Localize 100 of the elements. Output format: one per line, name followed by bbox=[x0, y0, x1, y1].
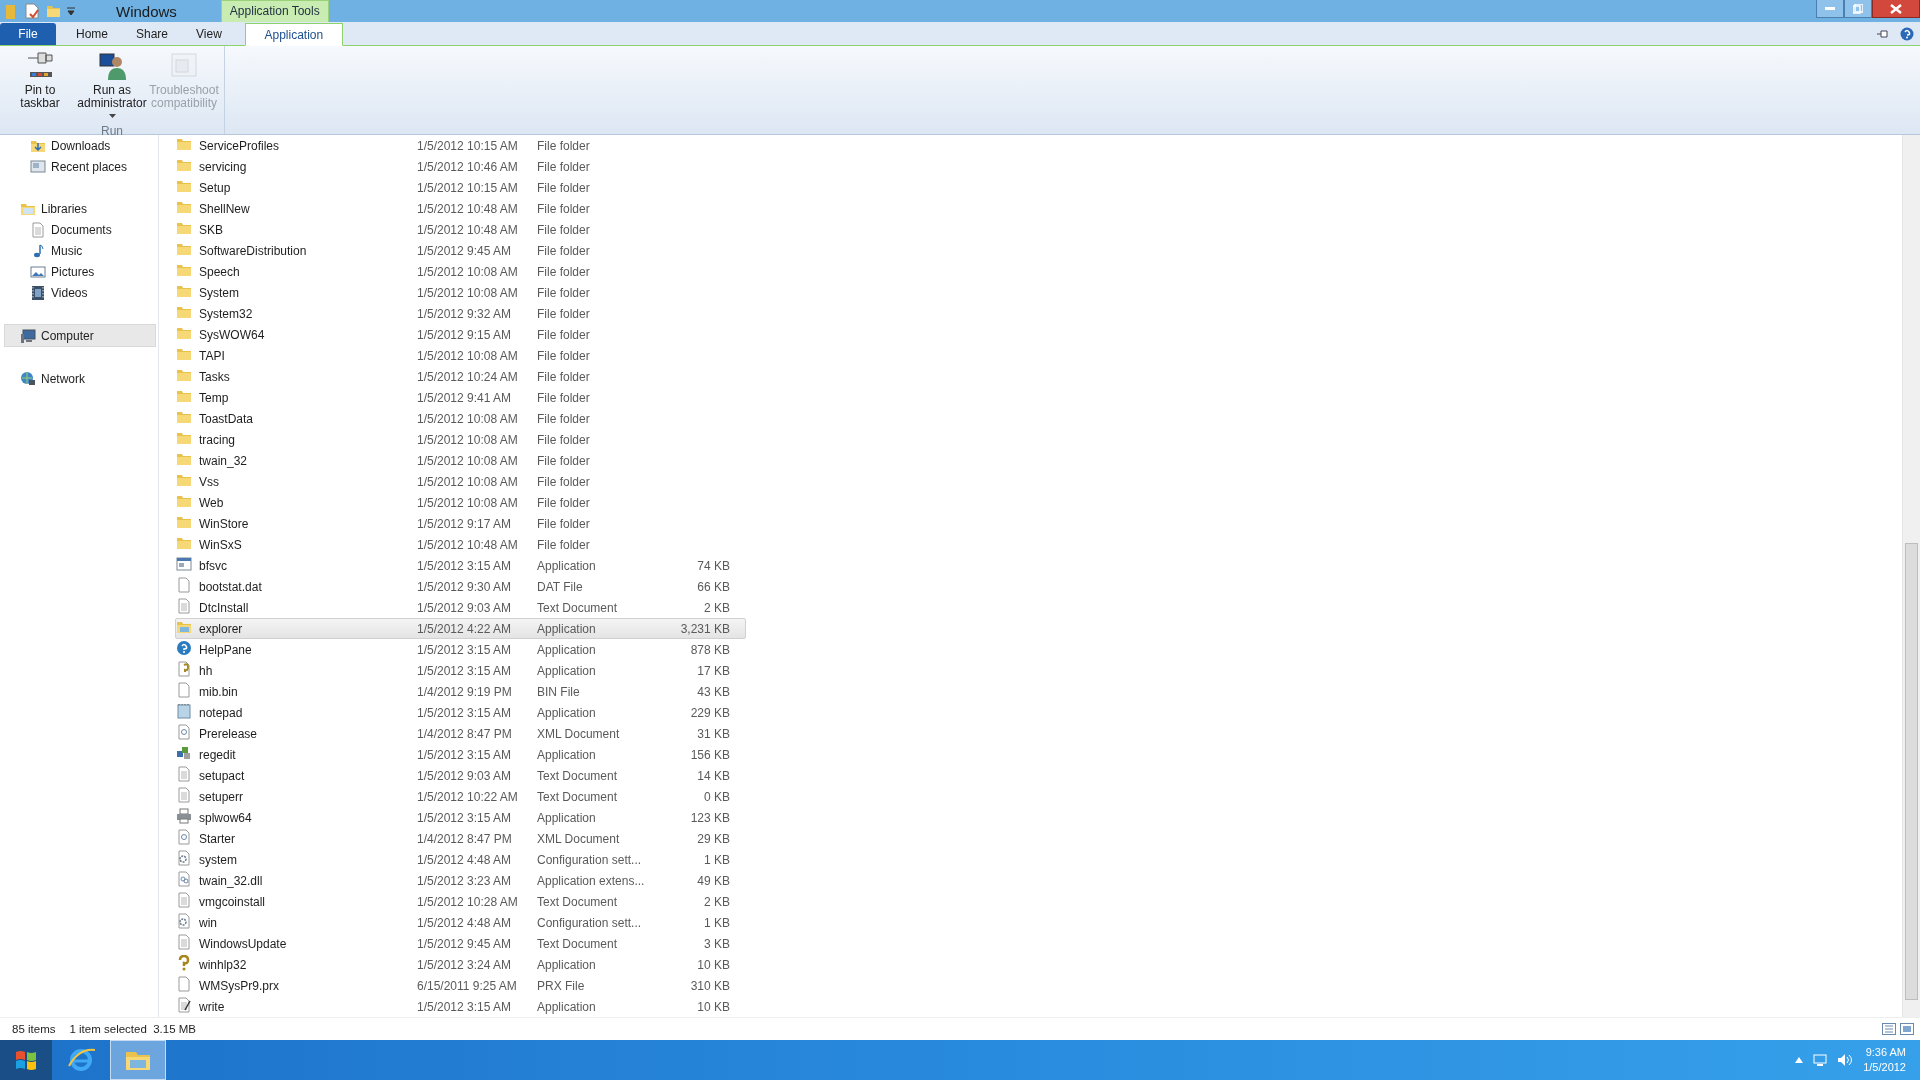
file-name[interactable]: ServiceProfiles bbox=[199, 138, 417, 153]
file-name[interactable]: WinSxS bbox=[199, 537, 417, 552]
date-cell-text: 1/4/2012 9:19 PM bbox=[417, 684, 513, 699]
ribbon-tab[interactable]: Home bbox=[62, 23, 122, 45]
nav-item[interactable]: Downloads bbox=[51, 138, 111, 153]
date-cell-text: 1/5/2012 10:48 AM bbox=[417, 222, 519, 237]
nav-item[interactable]: Network bbox=[41, 371, 85, 386]
ribbon-button[interactable]: Run as administrator bbox=[76, 48, 148, 125]
file-name[interactable]: Tasks bbox=[199, 369, 417, 384]
file-name[interactable]: tracing bbox=[199, 432, 417, 447]
size-cell-text: 2 KB bbox=[703, 894, 730, 909]
file-name[interactable]: Speech bbox=[199, 264, 417, 279]
file-name[interactable]: Temp bbox=[199, 390, 417, 405]
ribbon-button[interactable]: Pin to taskbar bbox=[4, 48, 76, 125]
file-name[interactable]: ToastData bbox=[199, 411, 417, 426]
nav-item[interactable]: Videos bbox=[51, 285, 88, 300]
close-button[interactable] bbox=[1872, 0, 1920, 18]
file-name[interactable]: win bbox=[199, 915, 417, 930]
type-cell-text: Application bbox=[537, 558, 597, 573]
type-cell-text: XML Document bbox=[537, 831, 621, 846]
thumbnail-view-icon[interactable] bbox=[1900, 1023, 1914, 1035]
file-name[interactable]: SysWOW64 bbox=[199, 327, 417, 342]
type-cell-text: File folder bbox=[537, 159, 591, 174]
size-cell-text: 0 KB bbox=[703, 789, 730, 804]
nav-item[interactable]: Music bbox=[51, 243, 83, 258]
caret-icon[interactable] bbox=[66, 6, 76, 16]
type-cell-text: DAT File bbox=[537, 579, 584, 594]
nav-item[interactable]: Pictures bbox=[51, 264, 95, 279]
size-cell-text: 10 KB bbox=[696, 999, 730, 1014]
minimize-button[interactable] bbox=[1816, 0, 1844, 18]
file-name[interactable]: TAPI bbox=[199, 348, 417, 363]
scrollbar[interactable] bbox=[1902, 135, 1920, 1017]
file-row[interactable]: explorer 1/5/2012 4:22 AM Application 3,231 KB bbox=[175, 618, 746, 639]
file-name[interactable]: notepad bbox=[199, 705, 417, 720]
file-name[interactable]: bfsvc bbox=[199, 558, 417, 573]
taskbar-button[interactable] bbox=[110, 1040, 166, 1080]
file-name[interactable]: WindowsUpdate bbox=[199, 936, 417, 951]
help-icon[interactable] bbox=[1900, 27, 1914, 41]
ribbon-tab[interactable]: View bbox=[182, 23, 236, 45]
file-name[interactable]: WinStore bbox=[199, 516, 417, 531]
file-name[interactable]: HelpPane bbox=[199, 642, 417, 657]
file-name[interactable]: SKB bbox=[199, 222, 417, 237]
file-name[interactable]: explorer bbox=[199, 621, 417, 636]
file-name[interactable]: servicing bbox=[199, 159, 417, 174]
date-cell-text: 1/5/2012 10:08 AM bbox=[417, 432, 519, 447]
pin-icon[interactable] bbox=[1876, 29, 1890, 39]
start-button[interactable] bbox=[0, 1040, 52, 1080]
file-name[interactable]: DtcInstall bbox=[199, 600, 417, 615]
file-name[interactable]: bootstat.dat bbox=[199, 579, 417, 594]
file-name[interactable]: setupact bbox=[199, 768, 417, 783]
file-name[interactable]: vmgcoinstall bbox=[199, 894, 417, 909]
windows-logo-icon bbox=[14, 1048, 38, 1072]
ribbon-tab[interactable]: File bbox=[0, 23, 56, 45]
file-name[interactable]: Vss bbox=[199, 474, 417, 489]
type-cell-text: Application bbox=[537, 747, 597, 762]
date-cell-text: 1/5/2012 3:15 AM bbox=[417, 558, 513, 573]
ribbon-tab[interactable]: Share bbox=[122, 23, 183, 45]
type-cell-text: Application bbox=[537, 957, 597, 972]
file-name[interactable]: regedit bbox=[199, 747, 417, 762]
file-name[interactable]: SoftwareDistribution bbox=[199, 243, 417, 258]
size-cell-text: 229 KB bbox=[689, 705, 730, 720]
up-arrow-icon[interactable] bbox=[1795, 1057, 1804, 1063]
file-name[interactable]: Web bbox=[199, 495, 417, 510]
properties-icon[interactable] bbox=[24, 3, 40, 19]
file-name[interactable]: winhlp32 bbox=[199, 957, 417, 972]
file-name[interactable]: Starter bbox=[199, 831, 417, 846]
nav-item[interactable]: Recent places bbox=[51, 159, 128, 174]
file-name[interactable]: twain_32 bbox=[199, 453, 417, 468]
date-cell-text: 1/5/2012 3:15 AM bbox=[417, 705, 513, 720]
file-name[interactable]: hh bbox=[199, 663, 417, 678]
nav-item[interactable]: Libraries bbox=[41, 201, 88, 216]
date-cell-text: 6/15/2011 9:25 AM bbox=[417, 978, 518, 993]
file-name[interactable]: Setup bbox=[199, 180, 417, 195]
file-name[interactable]: system bbox=[199, 852, 417, 867]
details-view-icon[interactable] bbox=[1882, 1023, 1896, 1035]
file-name[interactable]: setuperr bbox=[199, 789, 417, 804]
network-icon[interactable] bbox=[1813, 1053, 1828, 1067]
file-name[interactable]: mib.bin bbox=[199, 684, 417, 699]
ribbon-tab[interactable]: Application bbox=[244, 23, 343, 46]
type-cell-text: File folder bbox=[537, 495, 591, 510]
file-name[interactable]: ShellNew bbox=[199, 201, 417, 216]
file-name[interactable]: Prerelease bbox=[199, 726, 417, 741]
speaker-icon[interactable] bbox=[1837, 1053, 1854, 1067]
file-name[interactable]: twain_32.dll bbox=[199, 873, 417, 888]
date-cell-text: 1/5/2012 10:08 AM bbox=[417, 411, 519, 426]
type-cell-text: File folder bbox=[537, 369, 591, 384]
file-name[interactable]: splwow64 bbox=[199, 810, 417, 825]
type-cell-text: File folder bbox=[537, 432, 591, 447]
type-cell-text: Text Document bbox=[537, 789, 619, 804]
file-name[interactable]: write bbox=[199, 999, 417, 1014]
file-name[interactable]: WMSysPr9.prx bbox=[199, 978, 417, 993]
nav-item[interactable]: Documents bbox=[51, 222, 112, 237]
file-name[interactable]: System bbox=[199, 285, 417, 300]
scrollbar-thumb[interactable] bbox=[1905, 543, 1918, 1000]
computer-icon bbox=[20, 327, 36, 344]
file-name[interactable]: System32 bbox=[199, 306, 417, 321]
date-cell-text: 1/5/2012 10:22 AM bbox=[417, 789, 519, 804]
type-cell-text: Text Document bbox=[537, 768, 619, 783]
maximize-button[interactable] bbox=[1844, 0, 1872, 18]
date-cell-text: 1/5/2012 9:15 AM bbox=[417, 327, 513, 342]
